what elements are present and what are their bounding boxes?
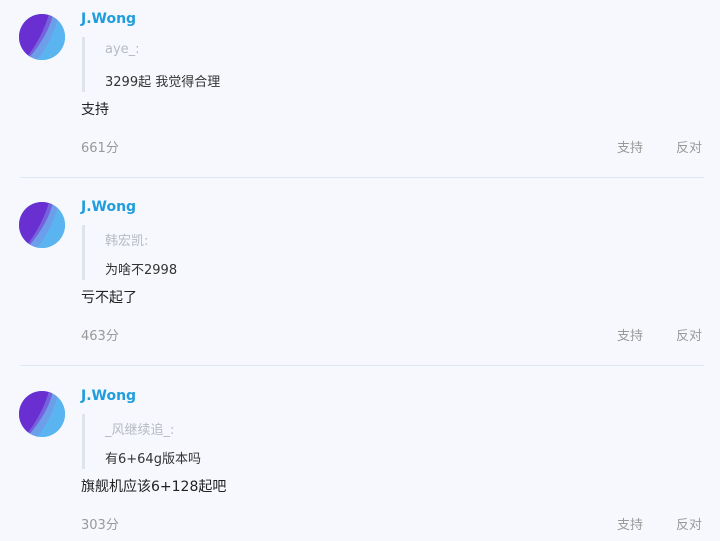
reply-text: 旗舰机应该6+128起吧 <box>81 479 227 495</box>
score: 661分 <box>81 141 119 156</box>
username[interactable]: J.Wong <box>81 388 136 404</box>
upvote-button[interactable]: 支持 <box>617 137 643 156</box>
quote-bar <box>82 225 85 280</box>
divider <box>20 177 704 178</box>
downvote-button[interactable]: 反对 <box>676 137 702 156</box>
downvote-button[interactable]: 反对 <box>676 514 702 533</box>
username[interactable]: J.Wong <box>81 11 136 27</box>
avatar-logo-icon <box>19 391 65 437</box>
quoted-text: 为啥不2998 <box>105 263 178 278</box>
quote-bar <box>82 414 85 469</box>
upvote-button[interactable]: 支持 <box>617 325 643 344</box>
avatar-logo-icon <box>19 202 65 248</box>
username[interactable]: J.Wong <box>81 199 136 215</box>
score: 303分 <box>81 518 119 533</box>
reply-text: 亏不起了 <box>81 290 137 306</box>
comment-item: J.Wong 韩宏凯: 为啥不2998 亏不起了 463分 支持 反对 <box>0 188 720 376</box>
avatar[interactable] <box>19 14 65 60</box>
avatar-logo-icon <box>19 14 65 60</box>
quoted-username[interactable]: _风继续追_: <box>105 419 174 438</box>
upvote-button[interactable]: 支持 <box>617 514 643 533</box>
reply-text: 支持 <box>81 102 109 118</box>
comment-feed: J.Wong aye_: 3299起 我觉得合理 支持 661分 支持 反对 J… <box>0 0 720 541</box>
quoted-text: 有6+64g版本吗 <box>105 452 201 467</box>
comment-item: J.Wong _风继续追_: 有6+64g版本吗 旗舰机应该6+128起吧 30… <box>0 377 720 541</box>
quote-bar <box>82 37 85 92</box>
score: 463分 <box>81 329 119 344</box>
downvote-button[interactable]: 反对 <box>676 325 702 344</box>
quoted-username[interactable]: aye_: <box>105 42 140 57</box>
avatar[interactable] <box>19 202 65 248</box>
comment-item: J.Wong aye_: 3299起 我觉得合理 支持 661分 支持 反对 <box>0 0 720 188</box>
quoted-username[interactable]: 韩宏凯: <box>105 230 148 249</box>
divider <box>20 365 704 366</box>
avatar[interactable] <box>19 391 65 437</box>
quoted-text: 3299起 我觉得合理 <box>105 75 221 90</box>
